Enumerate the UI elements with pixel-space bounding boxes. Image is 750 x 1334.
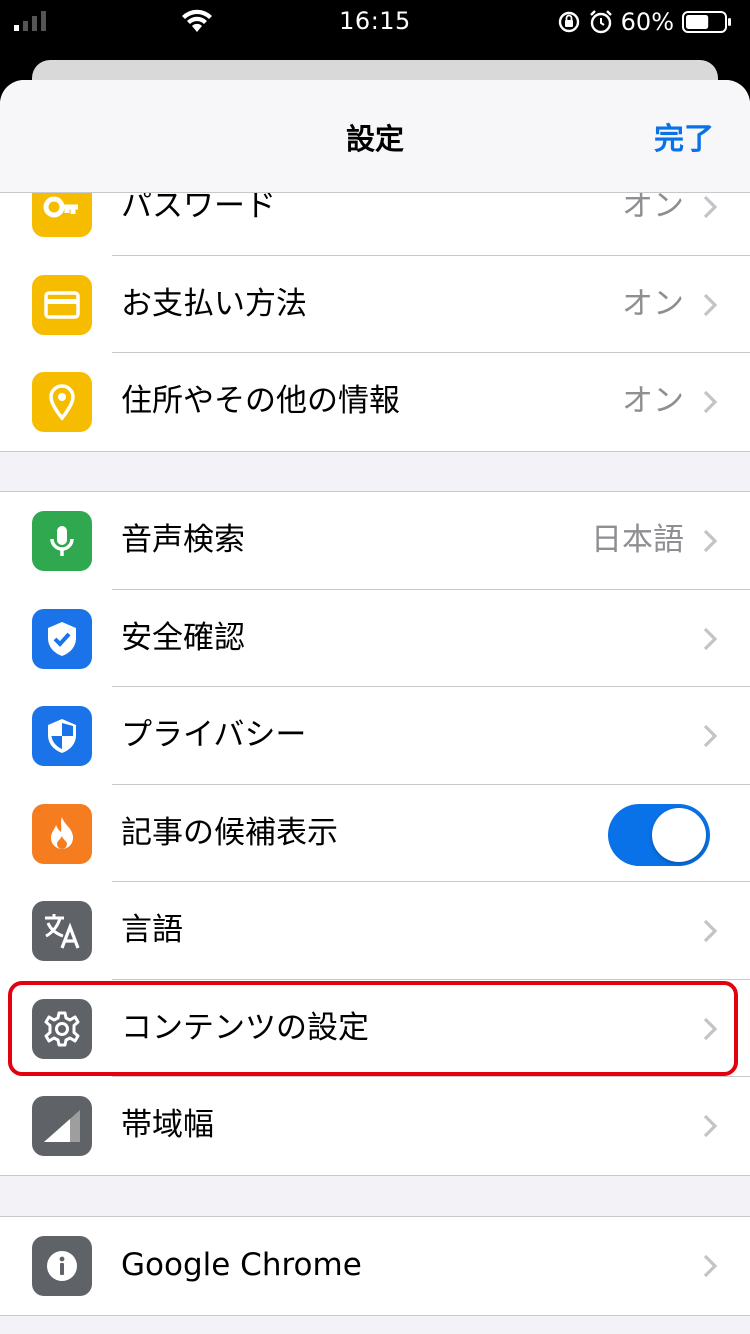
settings-group-about: Google Chrome bbox=[0, 1216, 750, 1316]
microphone-icon bbox=[32, 511, 92, 571]
settings-row-article-suggestions: 記事の候補表示 bbox=[0, 785, 750, 882]
settings-row-google-chrome[interactable]: Google Chrome bbox=[0, 1217, 750, 1315]
chevron-right-icon bbox=[703, 529, 718, 553]
settings-row-value: 日本語 bbox=[591, 522, 684, 558]
highlight-annotation-box bbox=[8, 981, 738, 1076]
page-title: 設定 bbox=[345, 122, 404, 156]
chevron-right-icon bbox=[703, 1114, 718, 1138]
battery-percent: 60% bbox=[620, 8, 674, 36]
settings-group-autofill: パスワード オン お支払い方法 オン 住所やその他の情報 オン bbox=[0, 157, 750, 452]
settings-row-label: 帯域幅 bbox=[121, 1107, 214, 1143]
settings-sheet: 設定 完了 パスワード オン お支払い方法 オン 住所やその他の情報 オン 音声… bbox=[0, 80, 750, 1334]
settings-row-value: オン bbox=[622, 383, 684, 419]
bandwidth-icon bbox=[32, 1096, 92, 1156]
chevron-right-icon bbox=[703, 627, 718, 650]
settings-row-addresses[interactable]: 住所やその他の情報 オン bbox=[0, 353, 750, 451]
settings-row-label: 記事の候補表示 bbox=[121, 814, 338, 851]
translate-icon bbox=[32, 901, 92, 961]
battery-icon bbox=[682, 11, 731, 33]
info-icon bbox=[32, 1236, 92, 1296]
settings-row-value: オン bbox=[622, 285, 684, 322]
settings-row-languages[interactable]: 言語 bbox=[0, 882, 750, 980]
orientation-lock-icon bbox=[558, 11, 579, 33]
status-bar: 16:15 60% bbox=[0, 0, 750, 44]
settings-row-payment-methods[interactable]: お支払い方法 オン bbox=[0, 256, 750, 353]
chevron-right-icon bbox=[703, 919, 718, 943]
settings-row-bandwidth[interactable]: 帯域幅 bbox=[0, 1077, 750, 1175]
chevron-right-icon bbox=[703, 724, 718, 748]
settings-row-privacy[interactable]: プライバシー bbox=[0, 687, 750, 785]
article-suggestions-toggle[interactable] bbox=[608, 803, 710, 866]
settings-row-label: 安全確認 bbox=[121, 619, 245, 656]
status-right-cluster: 60% bbox=[557, 7, 732, 37]
done-button[interactable]: 完了 bbox=[654, 114, 714, 158]
settings-row-label: 住所やその他の情報 bbox=[121, 383, 400, 419]
settings-row-safety-check[interactable]: 安全確認 bbox=[0, 590, 750, 687]
credit-card-icon bbox=[32, 274, 92, 335]
location-pin-icon bbox=[32, 372, 92, 432]
flame-icon bbox=[32, 803, 92, 864]
settings-row-label: 音声検索 bbox=[121, 522, 245, 558]
chevron-right-icon bbox=[703, 293, 718, 316]
privacy-shield-icon bbox=[32, 706, 92, 766]
alarm-icon bbox=[589, 10, 612, 34]
toggle-knob bbox=[652, 807, 706, 862]
settings-row-label: 言語 bbox=[121, 912, 183, 948]
navigation-bar: 設定 完了 bbox=[0, 80, 750, 193]
settings-row-voice-search[interactable]: 音声検索 日本語 bbox=[0, 492, 750, 590]
settings-row-label: プライバシー bbox=[121, 717, 307, 753]
chevron-right-icon bbox=[703, 195, 718, 219]
chevron-right-icon bbox=[703, 1254, 718, 1278]
chevron-right-icon bbox=[703, 390, 718, 414]
shield-check-icon bbox=[32, 608, 92, 669]
settings-row-label: Google Chrome bbox=[121, 1247, 362, 1283]
settings-row-label: お支払い方法 bbox=[121, 285, 307, 322]
